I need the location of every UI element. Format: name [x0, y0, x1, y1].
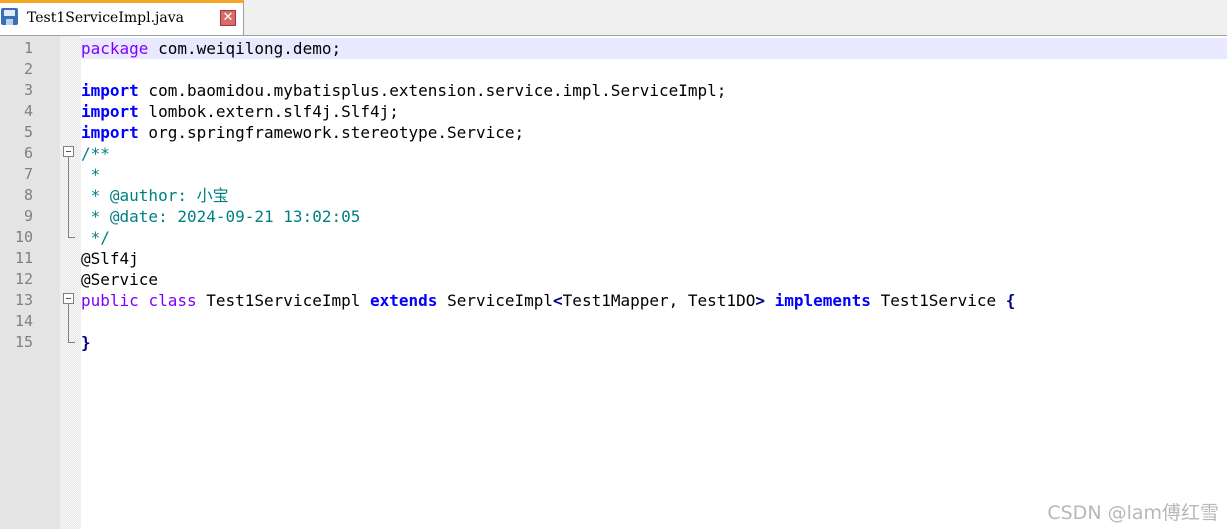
fold-end	[68, 237, 75, 238]
keyword: import	[81, 102, 139, 121]
line-number: 2	[23, 60, 33, 78]
annotation: @Slf4j	[81, 249, 139, 268]
line-number: 7	[23, 165, 33, 183]
code-line-11[interactable]: 11 @Slf4j	[0, 248, 1227, 269]
line-number: 11	[14, 249, 33, 267]
code-text: lombok.extern.slf4j.Slf4j;	[138, 102, 399, 121]
code-line-14[interactable]: 14	[0, 311, 1227, 332]
line-number: 5	[23, 123, 33, 141]
annotation: @Service	[81, 270, 159, 289]
code-text: com.weiqilong.demo;	[148, 39, 342, 58]
fold-toggle-icon[interactable]	[63, 293, 74, 304]
code-line-13[interactable]: 13 public class Test1ServiceImpl extends…	[0, 290, 1227, 311]
line-number: 10	[14, 228, 33, 246]
watermark: CSDN @lam傅红雪	[1047, 502, 1219, 524]
code-line-10[interactable]: 10 */	[0, 227, 1227, 248]
floppy-disk-icon	[1, 8, 18, 25]
close-icon[interactable]: ✕	[220, 10, 236, 26]
code-line-5[interactable]: 5 import org.springframework.stereotype.…	[0, 122, 1227, 143]
keyword: class	[148, 291, 197, 310]
comment: * @author: 小宝	[81, 186, 229, 205]
code-text: Test1Mapper, Test1DO	[562, 291, 756, 310]
comment: */	[81, 228, 110, 247]
fold-line	[68, 157, 69, 237]
code-text: org.springframework.stereotype.Service;	[138, 123, 525, 142]
line-number: 3	[23, 81, 33, 99]
line-number: 14	[14, 312, 33, 330]
comment: /**	[81, 144, 110, 163]
comment: *	[81, 165, 101, 184]
code-text: ServiceImpl	[437, 291, 554, 310]
code-line-15[interactable]: 15 }	[0, 332, 1227, 353]
code-line-9[interactable]: 9 * @date: 2024-09-21 13:02:05	[0, 206, 1227, 227]
line-number: 6	[23, 144, 33, 162]
keyword: extends	[370, 291, 438, 310]
comment: * @date: 2024-09-21 13:02:05	[81, 207, 361, 226]
code-text: Test1Service	[870, 291, 1006, 310]
tab-filename[interactable]: Test1ServiceImpl.java	[27, 10, 184, 26]
keyword: implements	[774, 291, 871, 310]
line-number: 13	[14, 291, 33, 309]
keyword: import	[81, 81, 139, 100]
code-line-12[interactable]: 12 @Service	[0, 269, 1227, 290]
file-tab[interactable]: Test1ServiceImpl.java ✕	[0, 0, 244, 35]
code-line-3[interactable]: 3 import com.baomidou.mybatisplus.extens…	[0, 80, 1227, 101]
operator: <	[553, 291, 563, 310]
operator: {	[1005, 291, 1016, 310]
operator: }	[81, 333, 91, 352]
line-number: 1	[23, 39, 33, 57]
keyword: package	[81, 39, 149, 58]
code-line-2[interactable]: 2	[0, 59, 1227, 80]
code-text: com.baomidou.mybatisplus.extension.servi…	[138, 81, 727, 100]
line-number: 8	[23, 186, 33, 204]
tab-bar: Test1ServiceImpl.java ✕	[0, 0, 1227, 36]
code-line-4[interactable]: 4 import lombok.extern.slf4j.Slf4j;	[0, 101, 1227, 122]
fold-toggle-icon[interactable]	[63, 146, 74, 157]
code-line-1[interactable]: 1 package com.weiqilong.demo;	[0, 38, 1227, 59]
operator: >	[755, 291, 765, 310]
fold-line	[68, 304, 69, 342]
fold-end	[68, 342, 75, 343]
line-number: 4	[23, 102, 33, 120]
code-line-6[interactable]: 6 /**	[0, 143, 1227, 164]
keyword: public	[81, 291, 139, 310]
line-number: 9	[23, 207, 33, 225]
line-number: 12	[14, 270, 33, 288]
code-text: Test1ServiceImpl	[196, 291, 370, 310]
code-line-7[interactable]: 7 *	[0, 164, 1227, 185]
line-number: 15	[14, 333, 33, 351]
code-line-8[interactable]: 8 * @author: 小宝	[0, 185, 1227, 206]
keyword: import	[81, 123, 139, 142]
